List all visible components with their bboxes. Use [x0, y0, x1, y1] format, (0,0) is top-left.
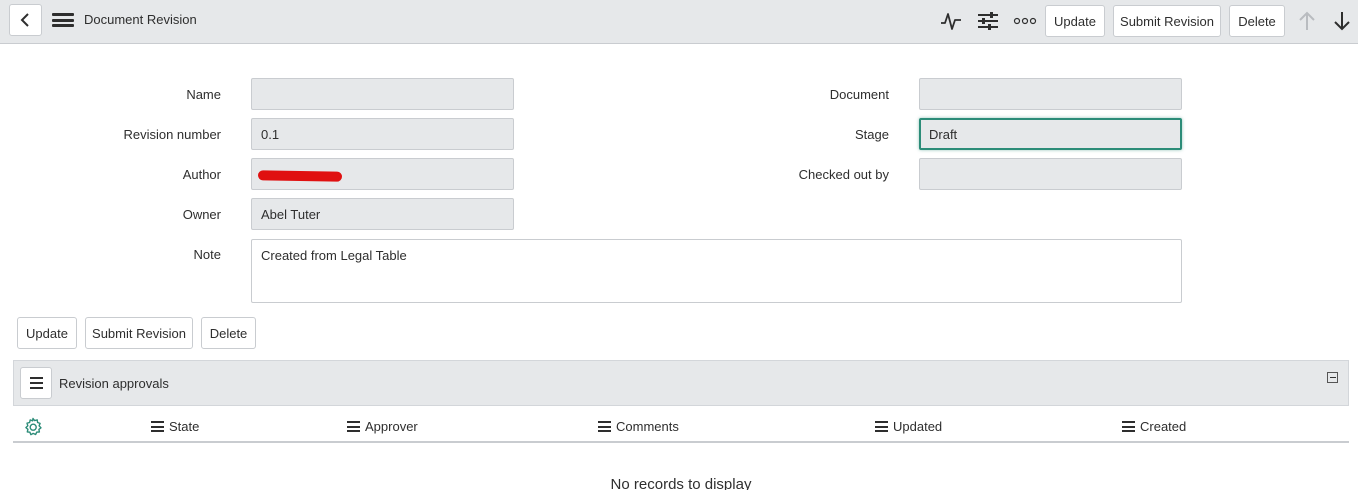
collapse-icon[interactable]: [1327, 372, 1338, 383]
next-record-icon[interactable]: [1329, 8, 1355, 34]
stage-label: Stage: [855, 127, 889, 142]
form-header: Document Revision Update Submit Revision…: [0, 0, 1358, 44]
revision-number-field[interactable]: 0.1: [251, 118, 514, 150]
column-comments[interactable]: Comments: [598, 419, 679, 434]
column-menu-icon: [875, 421, 888, 432]
note-textarea[interactable]: Created from Legal Table: [251, 239, 1182, 303]
column-updated[interactable]: Updated: [875, 419, 942, 434]
column-state-label: State: [169, 419, 200, 434]
redaction-mark: [257, 170, 343, 182]
header-delete-button[interactable]: Delete: [1229, 5, 1285, 37]
name-label: Name: [186, 87, 221, 102]
activity-icon[interactable]: [938, 8, 964, 34]
document-label: Document: [829, 87, 889, 102]
previous-record-icon[interactable]: [1294, 8, 1320, 34]
column-created-label: Created: [1140, 419, 1187, 434]
header-submit-revision-button[interactable]: Submit Revision: [1113, 5, 1221, 37]
hamburger-menu-icon[interactable]: [52, 11, 74, 29]
empty-list-message: No records to display: [610, 476, 752, 490]
more-options-icon[interactable]: [1012, 8, 1038, 34]
owner-label: Owner: [182, 207, 221, 222]
name-field[interactable]: [251, 78, 514, 110]
author-field[interactable]: [251, 158, 514, 190]
column-menu-icon: [1122, 421, 1135, 432]
submit-revision-button[interactable]: Submit Revision: [85, 317, 193, 349]
column-state[interactable]: State: [151, 419, 199, 434]
personalize-sliders-icon[interactable]: [975, 8, 1001, 34]
column-created[interactable]: Created: [1122, 419, 1186, 434]
related-list-menu-icon[interactable]: [20, 367, 52, 399]
column-comments-label: Comments: [616, 419, 679, 434]
related-list-title: Revision approvals: [59, 376, 169, 391]
checked-out-by-field[interactable]: [919, 158, 1182, 190]
column-updated-label: Updated: [893, 419, 943, 434]
header-update-button[interactable]: Update: [1045, 5, 1105, 37]
stage-select[interactable]: Draft: [919, 118, 1182, 150]
page-title: Document Revision: [84, 12, 197, 27]
column-approver[interactable]: Approver: [347, 419, 418, 434]
note-label: Note: [193, 247, 221, 262]
back-icon: [20, 13, 29, 27]
document-field[interactable]: [919, 78, 1182, 110]
column-menu-icon: [598, 421, 611, 432]
gear-icon[interactable]: [23, 417, 43, 437]
author-label: Author: [182, 167, 221, 182]
back-button[interactable]: [9, 4, 42, 36]
column-header-row: State Approver Comments Updated Created: [13, 410, 1349, 443]
update-button[interactable]: Update: [17, 317, 77, 349]
checked-out-by-label: Checked out by: [798, 167, 889, 182]
column-menu-icon: [347, 421, 360, 432]
owner-field[interactable]: Abel Tuter: [251, 198, 514, 230]
column-menu-icon: [151, 421, 164, 432]
related-list-header: Revision approvals: [13, 360, 1349, 406]
revision-number-label: Revision number: [123, 127, 221, 142]
column-approver-label: Approver: [365, 419, 418, 434]
delete-button[interactable]: Delete: [201, 317, 256, 349]
